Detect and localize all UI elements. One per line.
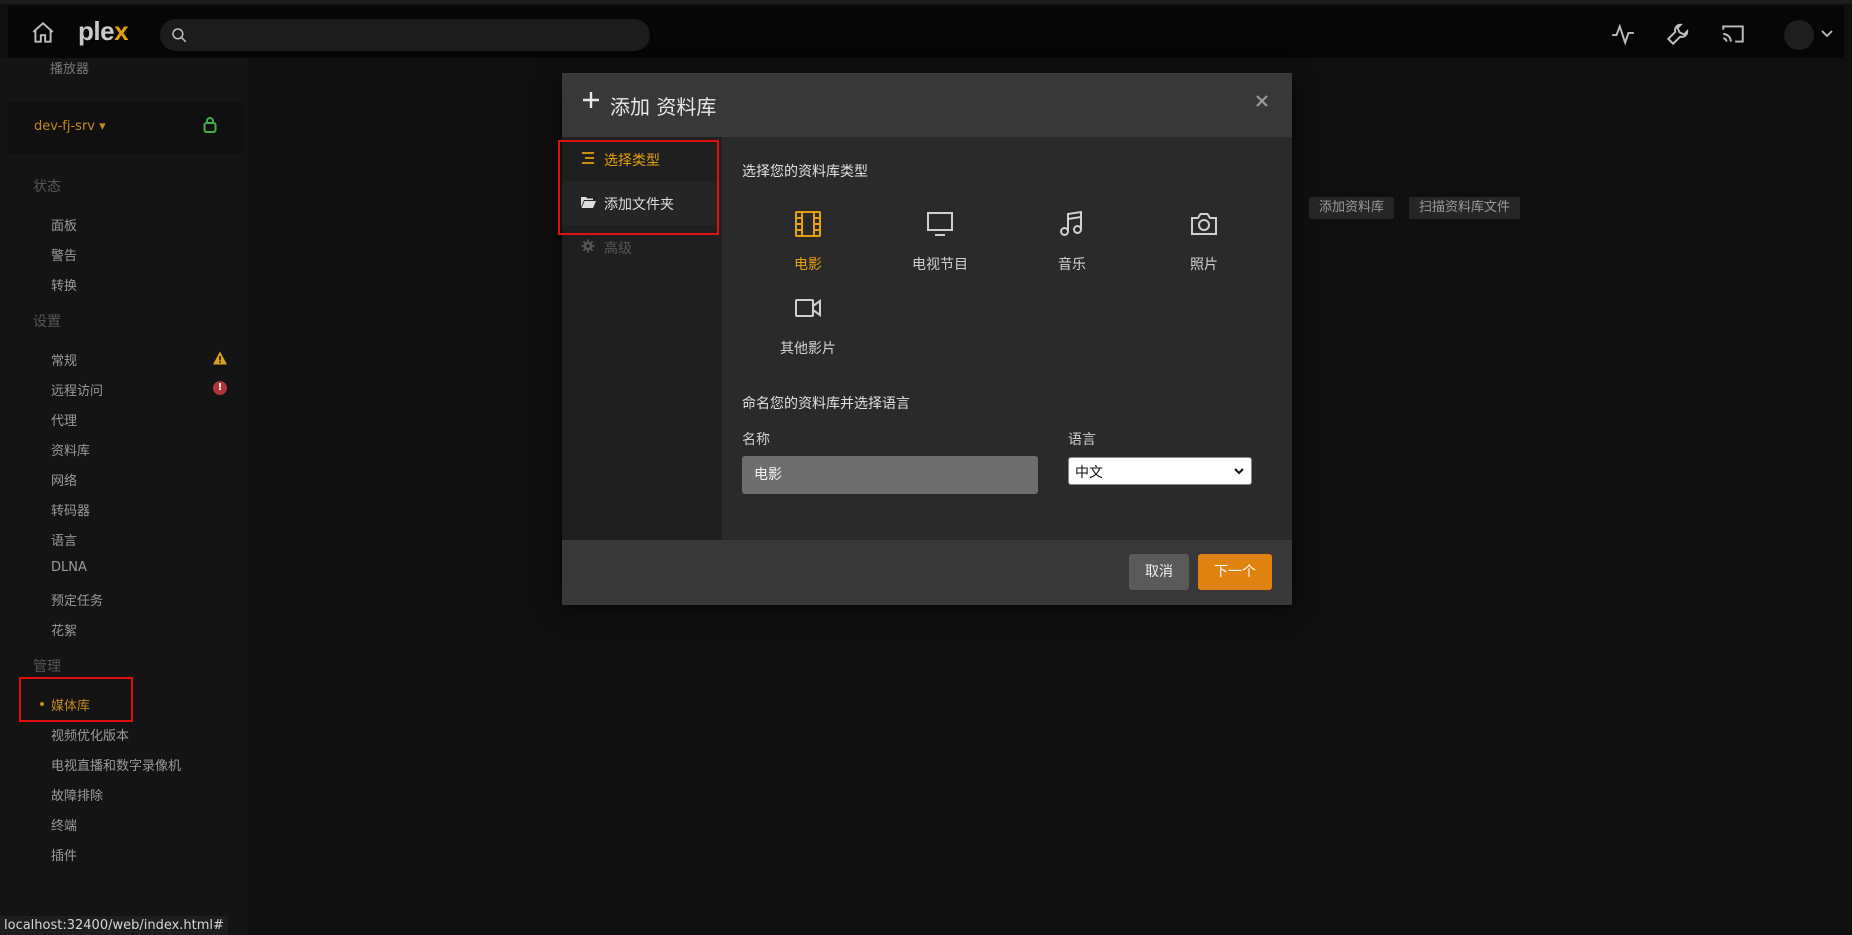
wrench-icon[interactable] (1665, 21, 1691, 47)
film-icon (795, 211, 821, 237)
sidebar-item-dashboard[interactable]: 面板 (51, 215, 77, 234)
sidebar-item-language[interactable]: 语言 (51, 530, 77, 549)
chevron-down-icon[interactable] (1820, 28, 1834, 40)
logo-text: ple (78, 16, 115, 46)
sidebar-item-dlna[interactable]: DLNA (51, 560, 87, 575)
chevron-down-icon (1234, 468, 1244, 475)
type-music[interactable]: 音乐 (1012, 210, 1132, 280)
close-icon[interactable] (1254, 93, 1270, 109)
avatar[interactable] (1784, 20, 1814, 50)
activity-icon[interactable] (1610, 21, 1636, 47)
plus-icon (583, 92, 599, 108)
type-label: 电视节目 (912, 257, 968, 273)
sidebar-item-network[interactable]: 网络 (51, 470, 77, 489)
highlight-box-media-library (19, 677, 133, 722)
cast-icon[interactable] (1720, 21, 1746, 47)
type-movies[interactable]: 电影 (748, 210, 868, 280)
language-label: 语言 (1068, 432, 1096, 448)
sidebar-item-live-tv-dvr[interactable]: 电视直播和数字录像机 (51, 755, 181, 774)
next-button[interactable]: 下一个 (1198, 554, 1272, 590)
lock-icon (203, 117, 217, 133)
type-label: 其他影片 (780, 341, 836, 357)
sidebar-partial-item[interactable]: 播放器 (50, 58, 89, 74)
cancel-button[interactable]: 取消 (1129, 554, 1189, 590)
status-bar-url: localhost:32400/web/index.html# (0, 916, 228, 935)
settings-sidebar: 播放器 dev-fj-srv ▾ 状态 面板 警告 转换 设置 常规 远程访问 … (0, 58, 248, 935)
gear-icon (581, 239, 595, 253)
server-selector[interactable]: dev-fj-srv ▾ (8, 102, 244, 154)
sidebar-item-optimized-versions[interactable]: 视频优化版本 (51, 725, 129, 744)
type-label: 音乐 (1058, 257, 1086, 273)
sidebar-item-library[interactable]: 资料库 (51, 440, 90, 459)
sidebar-item-agents[interactable]: 代理 (51, 410, 77, 429)
top-bar: plex (8, 6, 1844, 58)
highlight-box-step-nav (558, 140, 719, 235)
music-note-icon (1060, 210, 1082, 236)
dialog-header: 添加 资料库 (562, 73, 1292, 137)
sidebar-section-manage: 管理 (33, 659, 61, 675)
tv-icon (927, 212, 953, 236)
type-label: 电影 (794, 257, 822, 273)
camera-icon (1191, 213, 1217, 235)
type-tv-shows[interactable]: 电视节目 (880, 210, 1000, 280)
warning-icon (213, 351, 227, 365)
library-name-input[interactable]: 电影 (742, 456, 1038, 494)
type-other-videos[interactable]: 其他影片 (748, 294, 868, 364)
scan-library-button[interactable]: 扫描资料库文件 (1409, 197, 1521, 219)
sidebar-item-transcoder[interactable]: 转码器 (51, 500, 90, 519)
type-label: 照片 (1190, 257, 1218, 273)
sidebar-item-scheduled-tasks[interactable]: 预定任务 (51, 590, 103, 609)
sidebar-item-general[interactable]: 常规 (51, 350, 77, 369)
sidebar-item-remote-access[interactable]: 远程访问 (51, 380, 103, 399)
search-icon (172, 28, 187, 43)
step-label: 高级 (604, 241, 632, 257)
video-camera-icon (795, 299, 821, 317)
add-library-button[interactable]: 添加资料库 (1309, 197, 1395, 219)
server-name-text: dev-fj-srv (34, 119, 95, 134)
server-name: dev-fj-srv ▾ (34, 119, 106, 134)
plex-logo[interactable]: plex (78, 16, 129, 47)
dialog-title: 添加 资料库 (610, 95, 717, 119)
library-type-heading: 选择您的资料库类型 (742, 164, 868, 180)
logo-x: x (114, 16, 129, 46)
type-photos[interactable]: 照片 (1144, 210, 1264, 280)
sidebar-item-troubleshooting[interactable]: 故障排除 (51, 785, 103, 804)
name-language-heading: 命名您的资料库并选择语言 (742, 396, 910, 412)
sidebar-item-extras[interactable]: 花絮 (51, 620, 77, 639)
search-input[interactable] (160, 19, 650, 51)
sidebar-item-alerts[interactable]: 警告 (51, 245, 77, 264)
sidebar-item-console[interactable]: 终端 (51, 815, 77, 834)
error-icon: ! (213, 381, 227, 395)
sidebar-section-settings: 设置 (33, 314, 61, 330)
language-select[interactable]: 中文 (1068, 457, 1252, 485)
sidebar-item-plugins[interactable]: 插件 (51, 845, 77, 864)
sidebar-section-status: 状态 (33, 179, 61, 195)
sidebar-item-conversions[interactable]: 转换 (51, 275, 77, 294)
name-label: 名称 (742, 432, 770, 448)
window-top-strip (0, 0, 1852, 4)
home-icon[interactable] (30, 20, 56, 46)
language-value: 中文 (1075, 465, 1103, 481)
